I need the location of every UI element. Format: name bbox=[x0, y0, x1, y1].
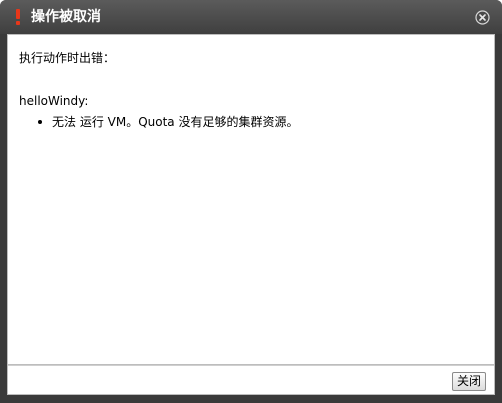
list-item: 无法 运行 VM。Quota 没有足够的集群资源。 bbox=[37, 115, 298, 129]
footer-divider bbox=[8, 365, 494, 366]
error-list: 无法 运行 VM。Quota 没有足够的集群资源。 bbox=[37, 115, 298, 129]
dialog-title: 操作被取消 bbox=[31, 9, 101, 25]
error-message: 无法 运行 VM。Quota 没有足够的集群资源。 bbox=[52, 115, 299, 129]
close-button[interactable]: 关闭 bbox=[451, 372, 486, 391]
error-dialog: 操作被取消 执行动作时出错： helloWindy: 无法 运行 VM。Quot… bbox=[0, 0, 502, 403]
bullet-icon bbox=[38, 120, 42, 124]
close-circle-icon[interactable] bbox=[475, 10, 490, 25]
dialog-footer: 关闭 bbox=[7, 365, 495, 395]
dialog-titlebar: 操作被取消 bbox=[0, 0, 502, 34]
exclamation-icon bbox=[13, 9, 23, 25]
vm-name-label: helloWindy: bbox=[19, 94, 89, 108]
error-headline: 执行动作时出错： bbox=[19, 51, 116, 65]
dialog-body: 执行动作时出错： helloWindy: 无法 运行 VM。Quota 没有足够… bbox=[7, 34, 495, 365]
